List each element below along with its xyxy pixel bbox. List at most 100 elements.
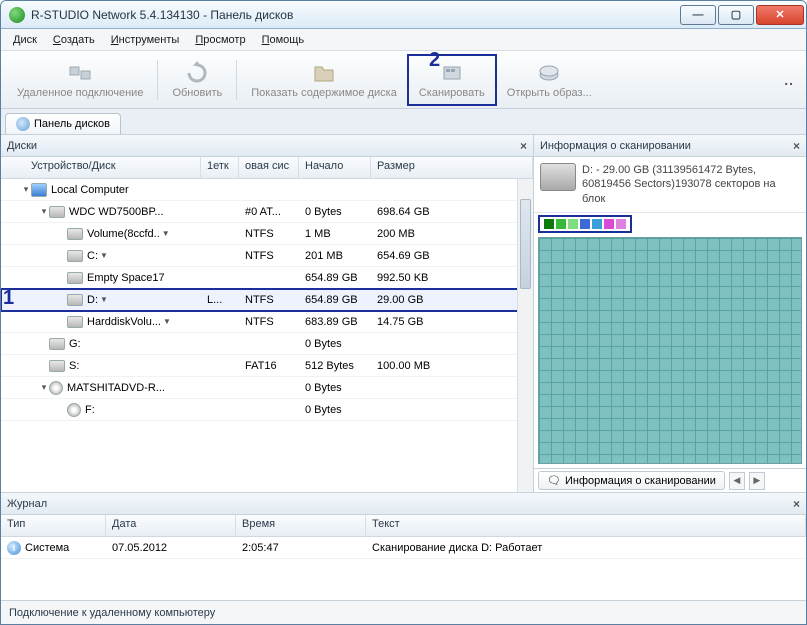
tb-open-image[interactable]: Открыть образ... bbox=[497, 54, 602, 106]
table-row[interactable]: F:0 Bytes bbox=[1, 399, 533, 421]
cell-c3: 654.89 GB bbox=[299, 294, 371, 306]
minimize-button[interactable]: — bbox=[680, 5, 716, 25]
scan-legend bbox=[538, 215, 632, 233]
cell-c4: 100.00 MB bbox=[371, 360, 533, 372]
journal-close[interactable]: × bbox=[793, 497, 800, 511]
jcol-date[interactable]: Дата bbox=[106, 515, 236, 536]
tab-nav-right[interactable]: ▶ bbox=[749, 472, 765, 490]
disks-panel-title: Диски bbox=[7, 140, 37, 152]
app-icon bbox=[9, 7, 25, 23]
jcol-text[interactable]: Текст bbox=[366, 515, 806, 536]
dvd-icon bbox=[67, 403, 81, 417]
cell-c2: FAT16 bbox=[239, 360, 299, 372]
scan-icon bbox=[440, 61, 464, 85]
jcol-type[interactable]: Тип bbox=[1, 515, 106, 536]
tb-scan[interactable]: Сканировать bbox=[407, 54, 497, 106]
col-label[interactable]: 1етк bbox=[201, 157, 239, 178]
scan-info-tab-button[interactable]: 🗨 Информация о сканировании bbox=[538, 471, 725, 490]
menu-view[interactable]: Просмотр bbox=[187, 32, 253, 48]
chevron-down-icon[interactable]: ▼ bbox=[100, 295, 108, 304]
scan-info-header: Информация о сканировании × bbox=[534, 135, 806, 157]
table-row[interactable]: G:0 Bytes bbox=[1, 333, 533, 355]
tb-show-contents[interactable]: Показать содержимое диска bbox=[241, 54, 407, 106]
folder-icon bbox=[312, 61, 336, 85]
disk-panel-icon bbox=[16, 117, 30, 131]
vertical-scrollbar[interactable] bbox=[517, 179, 533, 492]
legend-swatch bbox=[568, 219, 578, 229]
table-row[interactable]: Empty Space17654.89 GB992.50 KB bbox=[1, 267, 533, 289]
maximize-button[interactable]: ▢ bbox=[718, 5, 754, 25]
scroll-thumb[interactable] bbox=[520, 199, 531, 289]
grid-body: 1 ▾Local Computer▾WDC WD7500BP...#0 AT..… bbox=[1, 179, 533, 492]
row-name: D: bbox=[87, 294, 98, 306]
table-row[interactable]: Volume(8ccfd..▼NTFS1 MB200 MB bbox=[1, 223, 533, 245]
chevron-down-icon[interactable]: ▼ bbox=[100, 251, 108, 260]
legend-swatch bbox=[592, 219, 602, 229]
jcol-time[interactable]: Время bbox=[236, 515, 366, 536]
right-footer: 🗨 Информация о сканировании ◀ ▶ bbox=[534, 468, 806, 492]
menu-disk[interactable]: Диск bbox=[5, 32, 45, 48]
row-name: WDC WD7500BP... bbox=[69, 206, 164, 218]
menu-tools[interactable]: Инструменты bbox=[103, 32, 188, 48]
toolbar-sep bbox=[157, 60, 158, 100]
table-row[interactable]: D:▼L...NTFS654.89 GB29.00 GB bbox=[1, 289, 533, 311]
menu-create[interactable]: Создать bbox=[45, 32, 103, 48]
disk-icon bbox=[67, 294, 83, 306]
journal-body: iСистема07.05.20122:05:47Сканирование ди… bbox=[1, 537, 806, 600]
horizontal-split: Диски × Устройство/Диск 1етк овая сис На… bbox=[1, 135, 806, 492]
tree-expander[interactable]: ▾ bbox=[39, 206, 49, 217]
tb-open-image-label: Открыть образ... bbox=[507, 87, 592, 99]
tree-expander[interactable]: ▾ bbox=[39, 382, 49, 393]
table-row[interactable]: C:▼NTFS201 MB654.69 GB bbox=[1, 245, 533, 267]
app-window: R-STUDIO Network 5.4.134130 - Панель дис… bbox=[0, 0, 807, 625]
menu-help[interactable]: Помощь bbox=[254, 32, 313, 48]
tab-label: Панель дисков bbox=[34, 118, 110, 130]
toolbar-overflow[interactable]: .. bbox=[784, 72, 800, 88]
chevron-down-icon[interactable]: ▼ bbox=[163, 317, 171, 326]
tb-remote-connect[interactable]: Удаленное подключение bbox=[7, 54, 153, 106]
remote-icon bbox=[68, 61, 92, 85]
table-row[interactable]: ▾Local Computer bbox=[1, 179, 533, 201]
disk-icon bbox=[49, 338, 65, 350]
journal-grid-header: Тип Дата Время Текст bbox=[1, 515, 806, 537]
cell-c2: NTFS bbox=[239, 228, 299, 240]
journal-type: Система bbox=[25, 542, 69, 554]
col-start[interactable]: Начало bbox=[299, 157, 371, 178]
scan-summary: D: - 29.00 GB (31139561472 Bytes, 608194… bbox=[534, 157, 806, 213]
disk-icon bbox=[67, 272, 83, 284]
refresh-icon bbox=[185, 61, 209, 85]
table-row[interactable]: ▾MATSHITADVD-R...0 Bytes bbox=[1, 377, 533, 399]
table-row[interactable]: S:FAT16512 Bytes100.00 MB bbox=[1, 355, 533, 377]
journal-row[interactable]: iСистема07.05.20122:05:47Сканирование ди… bbox=[1, 537, 806, 559]
tab-nav-left[interactable]: ◀ bbox=[729, 472, 745, 490]
tab-disk-panel[interactable]: Панель дисков bbox=[5, 113, 121, 134]
journal-text: Сканирование диска D: Работает bbox=[366, 542, 806, 554]
status-text: Подключение к удаленному компьютеру bbox=[9, 607, 215, 619]
right-pane: Информация о сканировании × D: - 29.00 G… bbox=[534, 135, 806, 492]
speech-icon: 🗨 bbox=[547, 474, 561, 487]
col-fs[interactable]: овая сис bbox=[239, 157, 299, 178]
cell-c3: 0 Bytes bbox=[299, 206, 371, 218]
cell-c3: 0 Bytes bbox=[299, 404, 371, 416]
disk-icon bbox=[49, 206, 65, 218]
col-device[interactable]: Устройство/Диск bbox=[1, 157, 201, 178]
journal-title: Журнал bbox=[7, 498, 47, 510]
toolbar: Удаленное подключение Обновить Показать … bbox=[1, 51, 806, 109]
col-size[interactable]: Размер bbox=[371, 157, 533, 178]
tb-refresh[interactable]: Обновить bbox=[162, 54, 232, 106]
tree-expander[interactable]: ▾ bbox=[21, 184, 31, 195]
disks-panel-close[interactable]: × bbox=[520, 139, 527, 153]
info-icon: i bbox=[7, 541, 21, 555]
table-row[interactable]: HarddiskVolu...▼NTFS683.89 GB14.75 GB bbox=[1, 311, 533, 333]
tb-refresh-label: Обновить bbox=[172, 87, 222, 99]
statusbar: Подключение к удаленному компьютеру bbox=[1, 600, 806, 624]
scan-info-close[interactable]: × bbox=[793, 139, 800, 153]
scan-map[interactable] bbox=[538, 237, 802, 464]
close-button[interactable]: ✕ bbox=[756, 5, 804, 25]
cell-c4: 698.64 GB bbox=[371, 206, 533, 218]
chevron-down-icon[interactable]: ▼ bbox=[162, 229, 170, 238]
journal-header: Журнал × bbox=[1, 493, 806, 515]
table-row[interactable]: ▾WDC WD7500BP...#0 AT...0 Bytes698.64 GB bbox=[1, 201, 533, 223]
row-name: Volume(8ccfd.. bbox=[87, 228, 160, 240]
cell-c1: L... bbox=[201, 294, 239, 306]
